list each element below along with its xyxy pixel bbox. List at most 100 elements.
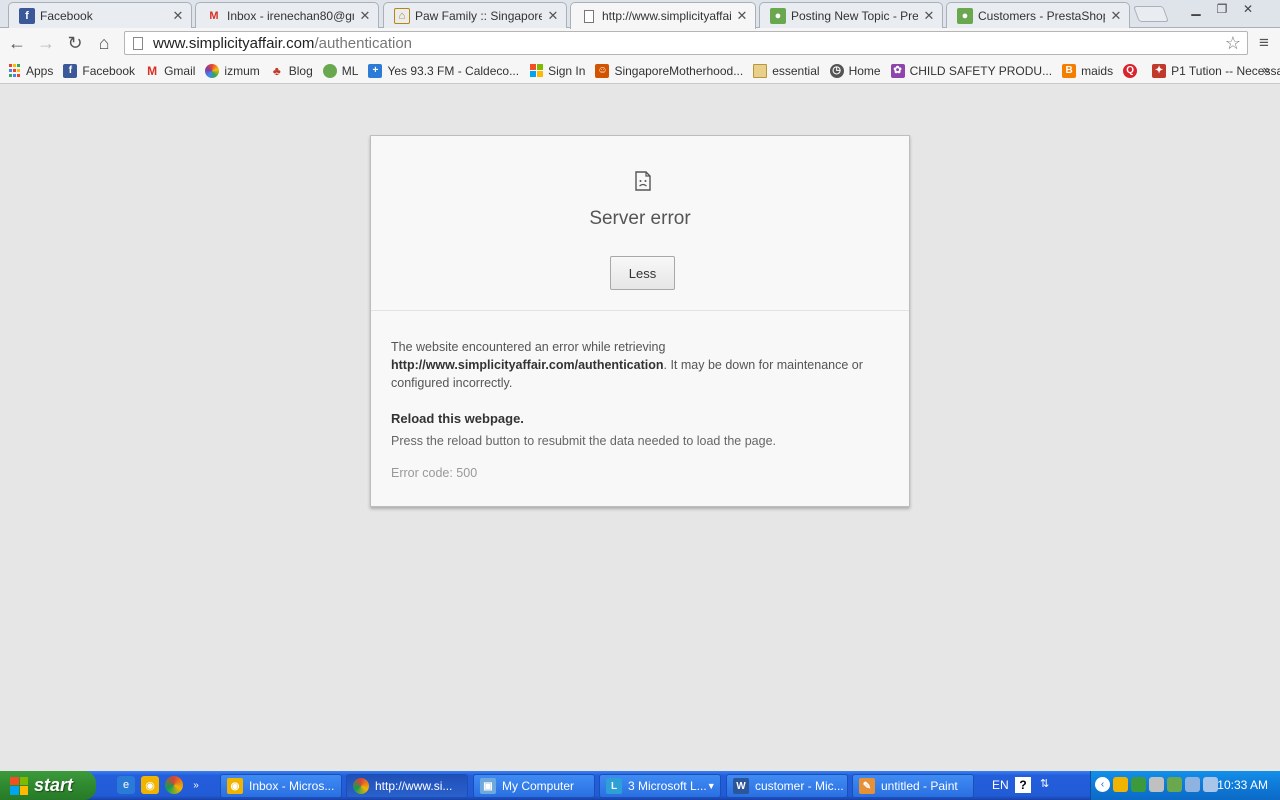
printer-tray-icon[interactable] xyxy=(1149,777,1164,792)
language-indicator[interactable]: EN xyxy=(992,778,1009,792)
close-icon[interactable]: ✕ xyxy=(171,8,185,24)
address-bar[interactable]: www.simplicityaffair.com/authentication … xyxy=(124,31,1248,55)
task-customer-word[interactable]: W customer - Mic... xyxy=(726,774,848,798)
task-paint[interactable]: ✎ untitled - Paint xyxy=(852,774,974,798)
new-tab-button[interactable] xyxy=(1133,6,1169,22)
url-text: www.simplicityaffair.com/authentication xyxy=(153,35,412,52)
task-my-computer[interactable]: ▣ My Computer xyxy=(473,774,595,798)
security-tray-icon[interactable] xyxy=(1167,777,1182,792)
tray-expand-icon[interactable]: ‹ xyxy=(1095,777,1110,792)
bookmark-folder-essential[interactable]: essential xyxy=(753,63,820,78)
minimize-icon[interactable]: ▁ xyxy=(1183,0,1209,18)
bookmark-gmail[interactable]: M Gmail xyxy=(145,64,195,78)
chrome-quicklaunch-icon[interactable] xyxy=(165,776,183,794)
task-label: customer - Mic... xyxy=(755,779,844,793)
blog-icon: ♣ xyxy=(272,63,281,78)
bookmark-blog[interactable]: ♣ Blog xyxy=(270,64,313,78)
motherhood-icon: ☺ xyxy=(595,63,610,78)
network-tray-icon[interactable] xyxy=(1131,777,1146,792)
clock[interactable]: 10:33 AM xyxy=(1217,778,1268,792)
bookmark-label: Blog xyxy=(288,63,313,78)
start-button[interactable]: start xyxy=(0,771,96,800)
bookmark-singaporemotherhood[interactable]: ☺ SingaporeMotherhood... xyxy=(595,63,744,78)
task-label: http://www.si... xyxy=(375,779,453,793)
ie-quicklaunch-icon[interactable]: e xyxy=(117,776,135,794)
windows-flag-icon xyxy=(10,776,28,795)
bookmark-p1-tuition[interactable]: ✦ P1 Tution -- Necessar... xyxy=(1152,63,1280,78)
folder-icon xyxy=(753,63,768,78)
quicklaunch-more-icon[interactable]: » xyxy=(190,776,202,794)
bookmark-ml[interactable]: ML xyxy=(322,63,359,78)
tab-customers-prestashop[interactable]: ● Customers - PrestaShop™ ✕ xyxy=(946,2,1130,28)
tab-facebook[interactable]: f Facebook ✕ xyxy=(8,2,192,28)
apps-icon xyxy=(7,64,21,78)
tab-posting-new-topic[interactable]: ● Posting New Topic - PrestaS ✕ xyxy=(759,2,943,28)
bookmark-yes-fm[interactable]: + Yes 93.3 FM - Caldeco... xyxy=(368,63,519,78)
monitor-tray-icon[interactable] xyxy=(1203,777,1218,792)
outlook-tray-icon[interactable] xyxy=(1113,777,1128,792)
bookmarks-bar: Apps f Facebook M Gmail izmum ♣ Blog ML … xyxy=(0,58,1280,84)
forward-arrow-icon[interactable]: → xyxy=(35,32,57,54)
paint-icon: ✎ xyxy=(859,778,875,794)
tab-gmail[interactable]: M Inbox - irenechan80@gmail ✕ xyxy=(195,2,379,28)
error-description: The website encountered an error while r… xyxy=(391,338,889,392)
facebook-icon: f xyxy=(63,63,78,78)
facebook-icon: f xyxy=(19,7,35,24)
close-icon[interactable]: ✕ xyxy=(735,8,749,24)
close-icon[interactable]: ✕ xyxy=(358,8,372,24)
bookmark-label: ML xyxy=(341,63,359,78)
help-icon[interactable]: ? xyxy=(1015,777,1031,793)
restore-icon[interactable]: ❐ xyxy=(1209,0,1235,18)
bookmark-label: essential xyxy=(772,63,820,78)
bookmark-facebook[interactable]: f Facebook xyxy=(63,63,135,78)
back-arrow-icon[interactable]: ← xyxy=(6,32,28,54)
microsoft-icon xyxy=(529,63,543,78)
task-chrome[interactable]: http://www.si... xyxy=(346,774,468,798)
tab-paw-family[interactable]: ⌂ Paw Family :: Singapore On ✕ xyxy=(383,2,567,28)
chevron-more-icon[interactable]: » xyxy=(1263,62,1270,77)
bookmark-label: Home xyxy=(848,63,881,78)
error-header: Server error Less xyxy=(371,136,909,311)
bookmark-izmum[interactable]: izmum xyxy=(205,63,260,78)
word-icon: W xyxy=(733,778,749,794)
bookmark-sign-in[interactable]: Sign In xyxy=(529,64,585,78)
tool-tray-icon[interactable] xyxy=(1185,777,1200,792)
child-safety-icon: ✿ xyxy=(890,63,905,78)
bookmark-q[interactable]: Q xyxy=(1123,63,1142,78)
start-label: start xyxy=(34,775,74,795)
tab-simplicityaffair[interactable]: http://www.simplicityaffair. ✕ xyxy=(570,2,756,29)
bookmark-child-safety[interactable]: ✿ CHILD SAFETY PRODU... xyxy=(890,63,1052,78)
close-icon[interactable]: ✕ xyxy=(922,8,936,24)
bookmark-star-icon[interactable]: ☆ xyxy=(1225,33,1241,54)
tab-title: Facebook xyxy=(40,8,93,23)
window-controls: ▁ ❐ ✕ xyxy=(1183,0,1261,18)
less-button[interactable]: Less xyxy=(610,256,675,290)
radio-icon: + xyxy=(368,63,383,78)
hamburger-menu-icon[interactable]: ≡ xyxy=(1254,32,1274,54)
bookmark-maids[interactable]: B maids xyxy=(1062,63,1113,78)
page-content: Server error Less The website encountere… xyxy=(0,85,1280,771)
desc-url: http://www.simplicityaffair.com/authenti… xyxy=(391,358,664,372)
bookmark-label: SingaporeMotherhood... xyxy=(614,63,744,78)
q-icon: Q xyxy=(1123,63,1138,78)
close-icon[interactable]: ✕ xyxy=(1109,8,1123,24)
task-label: 3 Microsoft L... xyxy=(628,779,707,793)
outlook-quicklaunch-icon[interactable]: ◉ xyxy=(141,776,159,794)
tray-restore-icon[interactable]: ⇅ xyxy=(1040,777,1049,790)
browser-toolbar: ← → ↻ ⌂ www.simplicityaffair.com/authent… xyxy=(0,28,1280,58)
error-code: Error code: 500 xyxy=(391,466,478,480)
tab-title: Customers - PrestaShop™ xyxy=(978,8,1105,23)
error-card: Server error Less The website encountere… xyxy=(370,135,910,507)
page-icon xyxy=(581,8,597,24)
task-microsoft-lync[interactable]: L 3 Microsoft L... ▼ xyxy=(599,774,721,798)
task-label: untitled - Paint xyxy=(881,779,958,793)
bookmark-apps[interactable]: Apps xyxy=(7,64,53,78)
home-icon[interactable]: ⌂ xyxy=(93,32,115,54)
bookmark-home[interactable]: ◷ Home xyxy=(829,63,881,78)
close-window-icon[interactable]: ✕ xyxy=(1235,0,1261,18)
close-icon[interactable]: ✕ xyxy=(546,8,560,24)
reload-icon[interactable]: ↻ xyxy=(64,32,86,54)
lync-icon: L xyxy=(606,778,622,794)
tab-title: Posting New Topic - PrestaS xyxy=(791,8,918,23)
task-inbox-outlook[interactable]: ◉ Inbox - Micros... xyxy=(220,774,342,798)
